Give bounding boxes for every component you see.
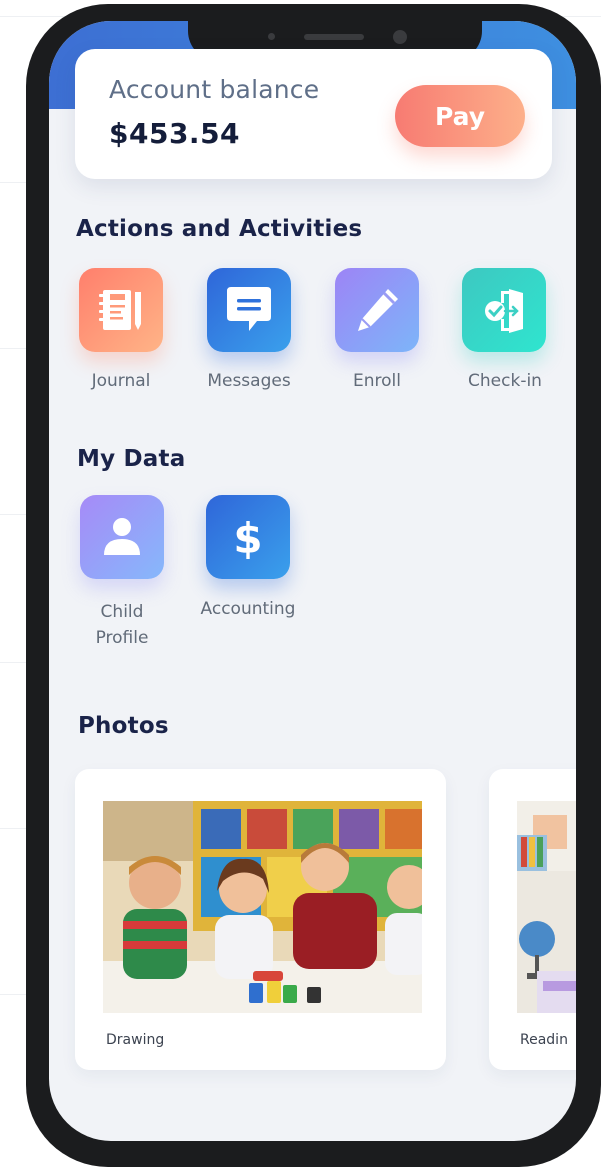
pay-button[interactable]: Pay <box>395 85 525 147</box>
journal-label: Journal <box>91 371 151 391</box>
messages-button[interactable] <box>207 268 291 352</box>
person-icon <box>104 518 140 555</box>
speaker-grille <box>304 34 364 40</box>
child-profile-label-line1: Child <box>100 602 144 622</box>
accounting-label: Accounting <box>200 599 296 619</box>
photo-caption-reading: Readin <box>520 1032 568 1048</box>
pencil-icon <box>358 289 398 331</box>
account-balance-card: Account balance $453.54 Pay <box>75 49 552 179</box>
phone-frame: Account balance $453.54 Pay Actions and … <box>26 4 601 1167</box>
enroll-button[interactable] <box>335 268 419 352</box>
check-in-button[interactable] <box>462 268 546 352</box>
balance-label: Account balance <box>109 75 320 104</box>
reading-photo <box>517 801 576 1013</box>
child-profile-label-line2: Profile <box>95 628 149 648</box>
photos-section-title: Photos <box>78 713 169 739</box>
journal-icon <box>99 290 141 330</box>
balance-amount: $453.54 <box>109 117 241 150</box>
front-camera <box>393 30 407 44</box>
photo-caption-drawing: Drawing <box>106 1032 165 1048</box>
journal-button[interactable] <box>79 268 163 352</box>
door-check-icon <box>485 289 523 333</box>
child-profile-button[interactable] <box>80 495 164 579</box>
photo-reading-image <box>517 801 576 1013</box>
message-icon <box>227 287 271 331</box>
messages-label: Messages <box>207 371 291 391</box>
dollar-icon: $ <box>233 514 262 563</box>
child-profile-label: Child Profile <box>73 599 171 651</box>
check-in-label: Check-in <box>468 371 542 391</box>
photo-drawing-image <box>103 801 422 1013</box>
app-screen: Account balance $453.54 Pay Actions and … <box>49 21 576 1141</box>
enroll-label: Enroll <box>353 371 401 391</box>
accounting-button[interactable]: $ <box>206 495 290 579</box>
home-indicator-area <box>49 1081 576 1141</box>
svg-text:$: $ <box>233 514 262 563</box>
photo-card-reading[interactable]: Readin <box>489 769 576 1070</box>
my-data-section-title: My Data <box>77 446 186 472</box>
photo-card-drawing[interactable]: Drawing <box>75 769 446 1070</box>
actions-section-title: Actions and Activities <box>76 216 363 242</box>
sensor-dot <box>268 33 275 40</box>
children-drawing-photo <box>103 801 422 1013</box>
